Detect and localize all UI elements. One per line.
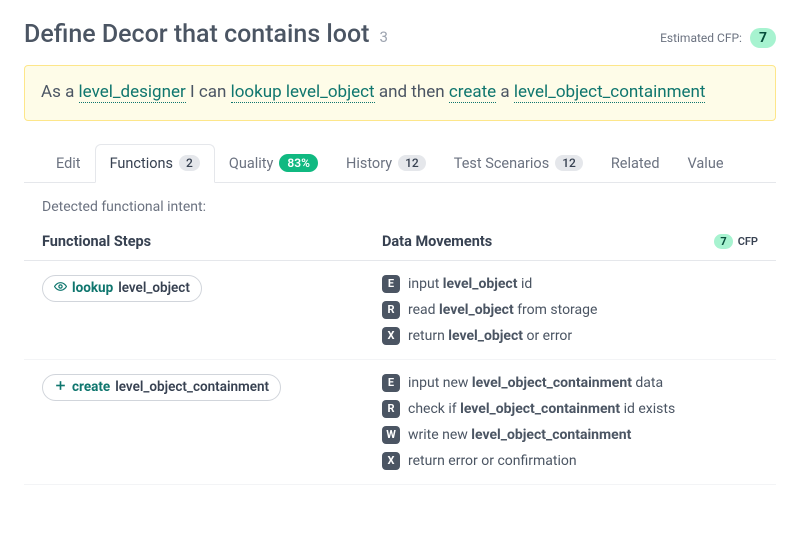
tab-label: Edit [56,155,81,172]
functional-step-row: lookup level_object Einput level_object i… [24,261,776,360]
tab-count-badge: 2 [179,155,200,171]
tab-label: History [346,155,392,172]
movement-text: return level_object or error [408,328,572,344]
movement-text: input level_object id [408,276,532,292]
col-header-steps: Functional Steps [42,233,382,250]
tab-label: Test Scenarios [454,155,549,172]
tab-test-scenarios[interactable]: Test Scenarios 12 [440,145,597,182]
tab-count-badge: 12 [398,155,426,171]
movement-type-badge: E [382,374,400,392]
step-pill[interactable]: lookup level_object [42,275,202,302]
data-movement: Xreturn level_object or error [382,327,758,345]
est-cfp-value: 7 [750,28,776,48]
movement-text: return error or confirmation [408,453,577,469]
tab-functions[interactable]: Functions 2 [95,144,215,183]
movement-type-badge: W [382,426,400,444]
movements-cell: Einput new level_object_containment data… [382,374,758,470]
story-text: and then [375,82,449,102]
tab-value[interactable]: Value [674,145,738,182]
tab-bar: Edit Functions 2 Quality 83% History 12 … [24,143,776,183]
data-movement: Einput new level_object_containment data [382,374,758,392]
data-movement: Einput level_object id [382,275,758,293]
movement-text: read level_object from storage [408,302,597,318]
page-header: Define Decor that contains loot 3 Estima… [24,20,776,49]
movement-type-badge: X [382,452,400,470]
col-header-movements: Data Movements [382,233,714,250]
step-verb: lookup [72,280,113,296]
movement-type-badge: E [382,275,400,293]
data-movement: Rread level_object from storage [382,301,758,319]
story-text: As a [41,82,79,102]
est-cfp-label: Estimated CFP: [660,31,742,45]
col-header-cfp: 7 CFP [714,233,758,250]
movement-type-badge: X [382,327,400,345]
tab-label: Related [611,155,660,172]
movement-type-badge: R [382,301,400,319]
step-pill[interactable]: create level_object_containment [42,374,281,401]
story-object-link[interactable]: level_object_containment [514,82,706,103]
movement-type-badge: R [382,400,400,418]
tab-quality[interactable]: Quality 83% [215,144,332,182]
data-movement: Wwrite new level_object_containment [382,426,758,444]
tab-count-badge: 12 [555,155,583,171]
data-movement: Rcheck if level_object_containment id ex… [382,400,758,418]
tab-label: Value [688,155,724,172]
step-object: level_object [118,280,190,296]
tab-label: Quality [229,155,274,172]
step-object: level_object_containment [115,379,269,395]
plus-icon [54,379,67,396]
story-text: I can [186,82,231,102]
detected-intent-label: Detected functional intent: [42,199,776,215]
cfp-badge: 7 [714,234,732,249]
step-cell: create level_object_containment [42,374,382,401]
tab-edit[interactable]: Edit [42,145,95,182]
step-verb: create [72,379,110,395]
movement-text: check if level_object_containment id exi… [408,401,675,417]
quality-percent-badge: 83% [279,154,318,172]
estimated-cfp: Estimated CFP: 7 [660,28,776,48]
data-movement: Xreturn error or confirmation [382,452,758,470]
story-text: a [496,82,514,102]
title-index: 3 [379,28,387,46]
movements-cell: Einput level_object id Rread level_object… [382,275,758,345]
page-title: Define Decor that contains loot [24,20,369,49]
story-actor-link[interactable]: level_designer [79,82,186,103]
story-action-link[interactable]: lookup level_object [231,82,375,103]
story-action-link[interactable]: create [449,82,496,103]
eye-icon [54,280,67,297]
cfp-label: CFP [738,235,758,248]
tab-history[interactable]: History 12 [332,145,440,182]
movement-text: input new level_object_containment data [408,375,663,391]
user-story-box: As a level_designer I can lookup level_o… [24,65,776,121]
step-cell: lookup level_object [42,275,382,302]
table-header: Functional Steps Data Movements 7 CFP [24,233,776,261]
functional-step-row: create level_object_containment Einput ne… [24,360,776,485]
movement-text: write new level_object_containment [408,427,631,443]
tab-label: Functions [110,155,173,172]
tab-related[interactable]: Related [597,145,674,182]
